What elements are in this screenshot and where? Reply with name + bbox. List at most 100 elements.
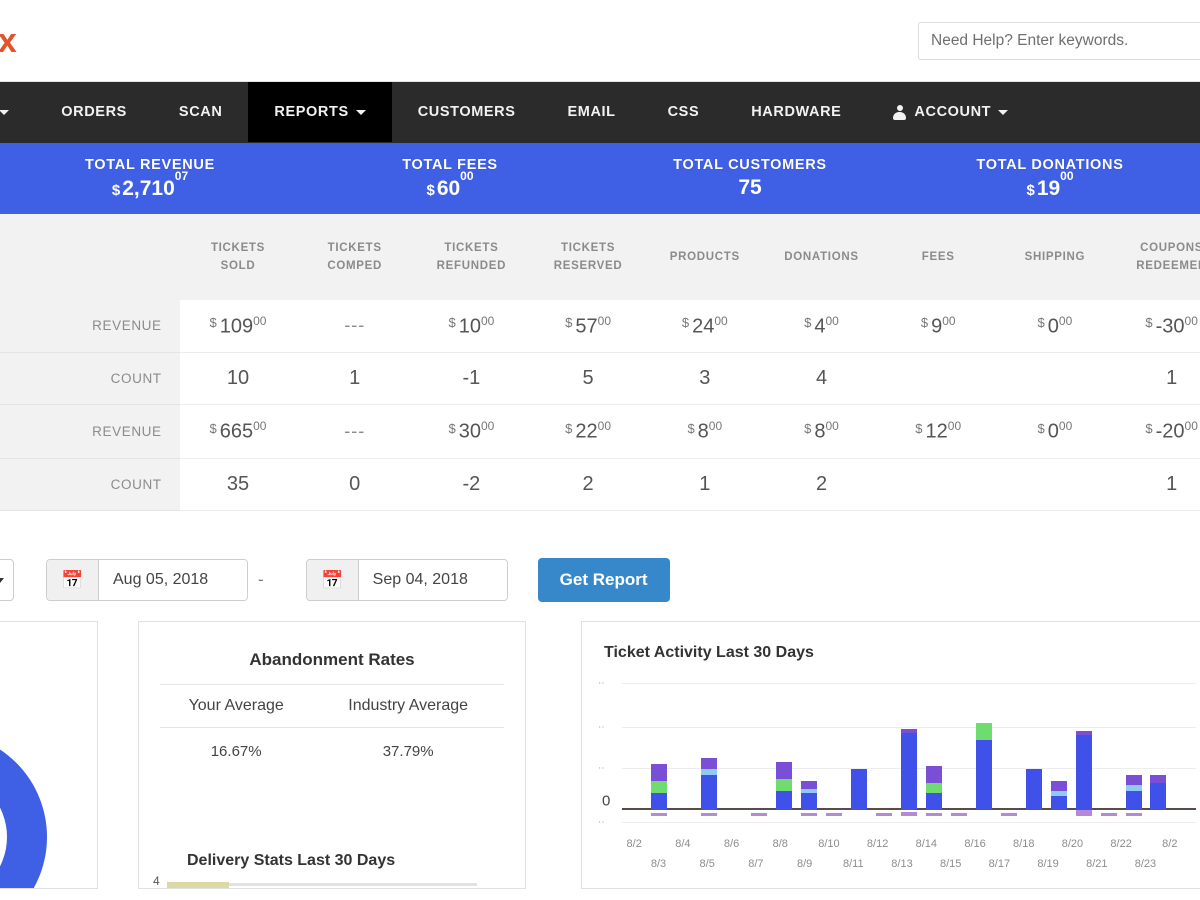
chart-bar-segment-comped [975, 722, 992, 741]
chart-bar-negative [1000, 813, 1017, 816]
start-date-field[interactable]: 📅 Aug 05, 2018 [46, 559, 248, 601]
start-date-value[interactable]: Aug 05, 2018 [99, 560, 247, 600]
nav-label: SCAN [178, 104, 223, 120]
row-group-label: AY [0, 404, 68, 459]
cell-products: 3 [646, 352, 764, 406]
brand-logo[interactable]: rTix [0, 22, 17, 61]
header-line-2: REDEEMED [1136, 259, 1200, 272]
chart-bar-slot [921, 690, 946, 816]
cell-coupons-redeemed: 1 [1113, 352, 1200, 406]
cell-cents: 00 [708, 419, 723, 434]
delivery-stats-axis-label: 4 [153, 874, 160, 888]
get-report-button[interactable]: Get Report [537, 558, 670, 602]
currency-symbol: $ [1037, 315, 1045, 331]
abandonment-header-row: Your Average Industry Average [160, 684, 504, 728]
cell-tickets-comped: 0 [296, 458, 414, 511]
brand-logo-part-c: Tix [0, 22, 17, 60]
currency-symbol: $ [111, 181, 121, 199]
cell-cents: 00 [1058, 419, 1073, 434]
help-search-input[interactable] [918, 22, 1200, 60]
nav-item-scan[interactable]: SCAN [153, 82, 249, 142]
cell-donations: 4 [763, 352, 880, 406]
cell-cents: 00 [597, 419, 612, 434]
currency-symbol: $ [565, 420, 573, 436]
row-type-label: REVENUE [67, 299, 180, 354]
chart-bar-segment-refunded [776, 761, 793, 780]
chart-bar-negative [801, 813, 818, 816]
summary-stats-bar: TOTAL REVENUE $2,71007 TOTAL FEES $6000 … [0, 142, 1200, 214]
chart-x-tick-label: 8/13 [891, 858, 913, 870]
currency-symbol: $ [920, 315, 929, 331]
table-row: COUNT 35 0 -2 2 1 2 1 [0, 458, 1200, 511]
nav-label: CUSTOMERS [417, 104, 516, 120]
date-range-separator: - [258, 570, 264, 589]
chart-x-tick-label: 8/14 [915, 838, 938, 850]
calendar-icon: 📅 [47, 560, 99, 600]
header-line-2: COMPED [327, 259, 383, 272]
chart-x-tick-label: 8/15 [939, 858, 962, 870]
cell-main: 665 [219, 420, 254, 443]
chart-x-tick-label: 8/2 [1162, 838, 1178, 850]
stat-label: TOTAL REVENUE [85, 156, 215, 173]
row-type-label: REVENUE [67, 404, 180, 459]
cell-tickets-sold: 35 [179, 458, 297, 511]
nav-item-hardware[interactable]: HARDWARE [725, 82, 867, 142]
main-navigation: S ORDERS SCAN REPORTS CUSTOMERS EMAIL CS… [0, 82, 1200, 142]
range-preset-select[interactable] [0, 559, 14, 601]
nav-item-truncated[interactable]: S [0, 82, 35, 142]
nav-item-customers[interactable]: CUSTOMERS [392, 82, 542, 142]
currency-symbol: $ [209, 420, 217, 436]
nav-item-orders[interactable]: ORDERS [35, 82, 153, 142]
stat-value: $6000 [300, 169, 600, 201]
currency-symbol: $ [448, 420, 456, 436]
end-date-value[interactable]: Sep 04, 2018 [358, 560, 507, 600]
cell-main: 24 [692, 315, 715, 338]
currency-symbol: $ [1145, 420, 1153, 436]
cell-main: 10 [458, 315, 481, 338]
chart-bar-segment-sold [1050, 796, 1067, 810]
cell-tickets-refunded: $1000 [413, 299, 530, 354]
chart-bar-segment-sold [1025, 769, 1042, 810]
stat-cents: 00 [460, 168, 474, 183]
header-line-1: DONATIONS [784, 250, 859, 263]
cell-fees [879, 352, 997, 406]
report-table: TICKETS SOLD TICKETS COMPED TICKETS REFU… [0, 214, 1200, 511]
chart-y-tick: ·· [598, 721, 605, 733]
cell-tickets-refunded: -1 [413, 352, 530, 406]
abandonment-rates-panel: Abandonment Rates Your Average Industry … [138, 621, 526, 889]
ticket-activity-chart: ·· ·· ·· ·· 0 [596, 677, 1196, 832]
chevron-down-icon [0, 109, 10, 115]
chart-bar-slot [722, 690, 747, 810]
report-table-body: AY REVENUE $10900 --- $1000 $5700 $2400 … [0, 299, 1200, 511]
chart-x-tick-label: 8/6 [723, 838, 740, 850]
cell-tickets-reserved: 5 [529, 352, 647, 406]
currency-symbol: $ [687, 420, 695, 436]
nav-item-css[interactable]: CSS [642, 82, 726, 142]
chart-bar-segment-sold [801, 792, 818, 810]
end-date-field[interactable]: 📅 Sep 04, 2018 [305, 559, 508, 601]
chart-bar [776, 761, 793, 810]
nav-item-email[interactable]: EMAIL [542, 82, 642, 142]
currency-symbol: $ [426, 181, 435, 199]
chart-x-tick-label: 8/21 [1086, 858, 1108, 870]
report-header-row: TICKETS SOLD TICKETS COMPED TICKETS REFU… [0, 214, 1200, 300]
cell-dashes: --- [344, 315, 366, 336]
nav-item-reports[interactable]: REPORTS [248, 82, 392, 142]
currency-symbol: $ [1037, 420, 1045, 436]
cell-cents: 00 [942, 313, 956, 328]
chart-x-tick-label: 8/12 [866, 838, 889, 850]
cell-main: 8 [814, 420, 826, 443]
cell-main: 30 [458, 420, 481, 443]
cell-cents: 00 [480, 419, 495, 434]
chart-bar-negative [651, 813, 668, 816]
chart-bar-segment-refunded [1150, 775, 1167, 783]
chart-bar-segment-sold [776, 790, 793, 810]
stat-main: 60 [436, 176, 461, 200]
currency-symbol: $ [681, 315, 690, 331]
row-group-label-blank [0, 352, 68, 406]
chart-x-tick-label: 8/11 [843, 858, 864, 870]
cell-main: 4 [814, 315, 826, 338]
top-bar: rTix [0, 0, 1200, 82]
nav-item-account[interactable]: ACCOUNT [867, 82, 1034, 142]
chart-bar [1150, 775, 1167, 810]
